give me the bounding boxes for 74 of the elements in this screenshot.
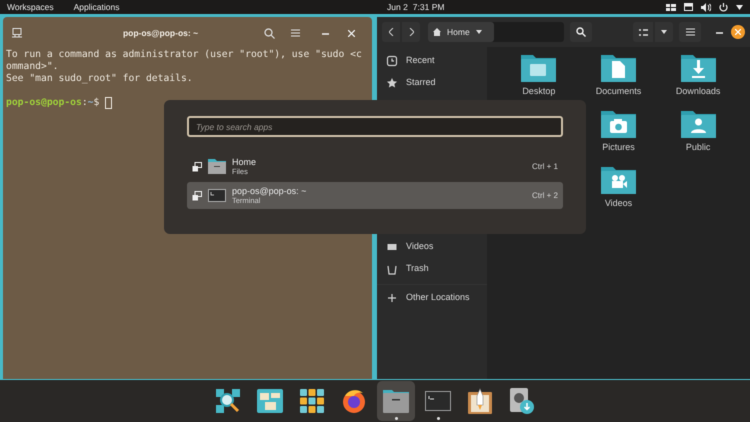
view-button[interactable] bbox=[633, 22, 653, 42]
cursor bbox=[105, 97, 112, 109]
chevron-right-icon bbox=[408, 28, 414, 36]
result-name: pop-os@pop-os: ~ bbox=[232, 186, 306, 196]
close-icon bbox=[735, 29, 741, 35]
caret-icon[interactable] bbox=[736, 4, 743, 10]
date-label[interactable]: Jun 2 bbox=[387, 0, 408, 14]
caret-icon bbox=[661, 30, 667, 34]
window-icon bbox=[192, 162, 202, 172]
disk-download-icon bbox=[509, 388, 535, 414]
close-icon bbox=[348, 30, 354, 36]
top-bar-menu[interactable]: Workspaces bbox=[7, 0, 54, 14]
terminal-line: To run a command as administrator (user "root"), use "sudo <c bbox=[6, 49, 363, 61]
tiling-icon[interactable] bbox=[666, 4, 676, 10]
star-icon bbox=[386, 77, 398, 89]
terminal-icon bbox=[425, 391, 451, 411]
search-button[interactable] bbox=[570, 22, 592, 42]
folder-icon bbox=[208, 159, 226, 174]
chevron-left-icon bbox=[388, 28, 394, 36]
terminal-line: ommand>". bbox=[6, 61, 60, 73]
view-options-button[interactable] bbox=[655, 22, 673, 42]
result-name: Home bbox=[232, 156, 256, 166]
folder-label[interactable]: Downloads bbox=[676, 85, 720, 97]
folder-label[interactable]: Public bbox=[686, 141, 710, 153]
trash-icon bbox=[386, 263, 398, 275]
globe-icon bbox=[341, 388, 367, 414]
windows-icon bbox=[257, 389, 283, 413]
terminal-line: See "man sudo_root" for details. bbox=[6, 73, 194, 85]
minimize-icon bbox=[716, 30, 722, 34]
notification-icon[interactable] bbox=[684, 3, 693, 11]
sidebar-item[interactable]: Trash bbox=[377, 258, 487, 280]
menu-icon bbox=[686, 28, 694, 36]
folder-label[interactable]: Videos bbox=[604, 197, 632, 209]
top-bar-menu[interactable]: Applications bbox=[74, 0, 120, 14]
list-icon bbox=[638, 28, 648, 36]
prompt-separator: : bbox=[82, 97, 88, 109]
clock-label[interactable]: 7:31 PM bbox=[412, 0, 444, 14]
folder-label[interactable]: Documents bbox=[596, 85, 642, 97]
sidebar-item[interactable]: Starred bbox=[377, 72, 487, 94]
search-field[interactable]: Type to search apps bbox=[187, 116, 563, 137]
folder-label[interactable]: Desktop bbox=[522, 85, 556, 97]
prompt-symbol: $ bbox=[94, 97, 100, 109]
shortcut-label: Ctrl + 2 bbox=[532, 190, 558, 202]
app-grid-icon bbox=[300, 389, 324, 413]
clock-icon bbox=[386, 55, 398, 67]
folder-icon bbox=[383, 389, 409, 413]
volume-icon[interactable] bbox=[701, 2, 711, 12]
plus-icon bbox=[386, 292, 398, 304]
shortcut-label: Ctrl + 1 bbox=[532, 160, 558, 172]
folder-label[interactable]: Pictures bbox=[602, 141, 635, 153]
back-button[interactable] bbox=[382, 22, 400, 42]
menu-button[interactable] bbox=[679, 22, 701, 42]
rocket-icon bbox=[468, 388, 492, 414]
search-icon bbox=[576, 27, 586, 37]
video-icon bbox=[386, 241, 398, 253]
sidebar-item[interactable]: Recent bbox=[377, 50, 487, 72]
terminal-icon bbox=[208, 189, 226, 202]
search-icon bbox=[215, 388, 241, 414]
close-button[interactable] bbox=[731, 25, 745, 39]
power-icon[interactable] bbox=[719, 2, 728, 12]
sidebar-item[interactable]: Other Locations bbox=[377, 287, 487, 309]
path-button[interactable]: Home bbox=[428, 22, 494, 42]
menu-icon bbox=[290, 29, 300, 37]
window-title: pop-os@pop-os: ~ bbox=[122, 26, 200, 40]
home-icon bbox=[433, 28, 441, 36]
forward-button[interactable] bbox=[402, 22, 420, 42]
prompt-path: ~ bbox=[88, 97, 94, 109]
search-icon bbox=[264, 28, 274, 38]
new-tab-icon[interactable] bbox=[11, 27, 23, 39]
window-icon bbox=[192, 190, 202, 200]
sidebar-item[interactable]: Videos bbox=[377, 236, 487, 258]
prompt-user-host: pop-os@pop-os bbox=[6, 97, 82, 109]
minimize-icon bbox=[322, 32, 328, 34]
caret-icon bbox=[476, 30, 482, 34]
